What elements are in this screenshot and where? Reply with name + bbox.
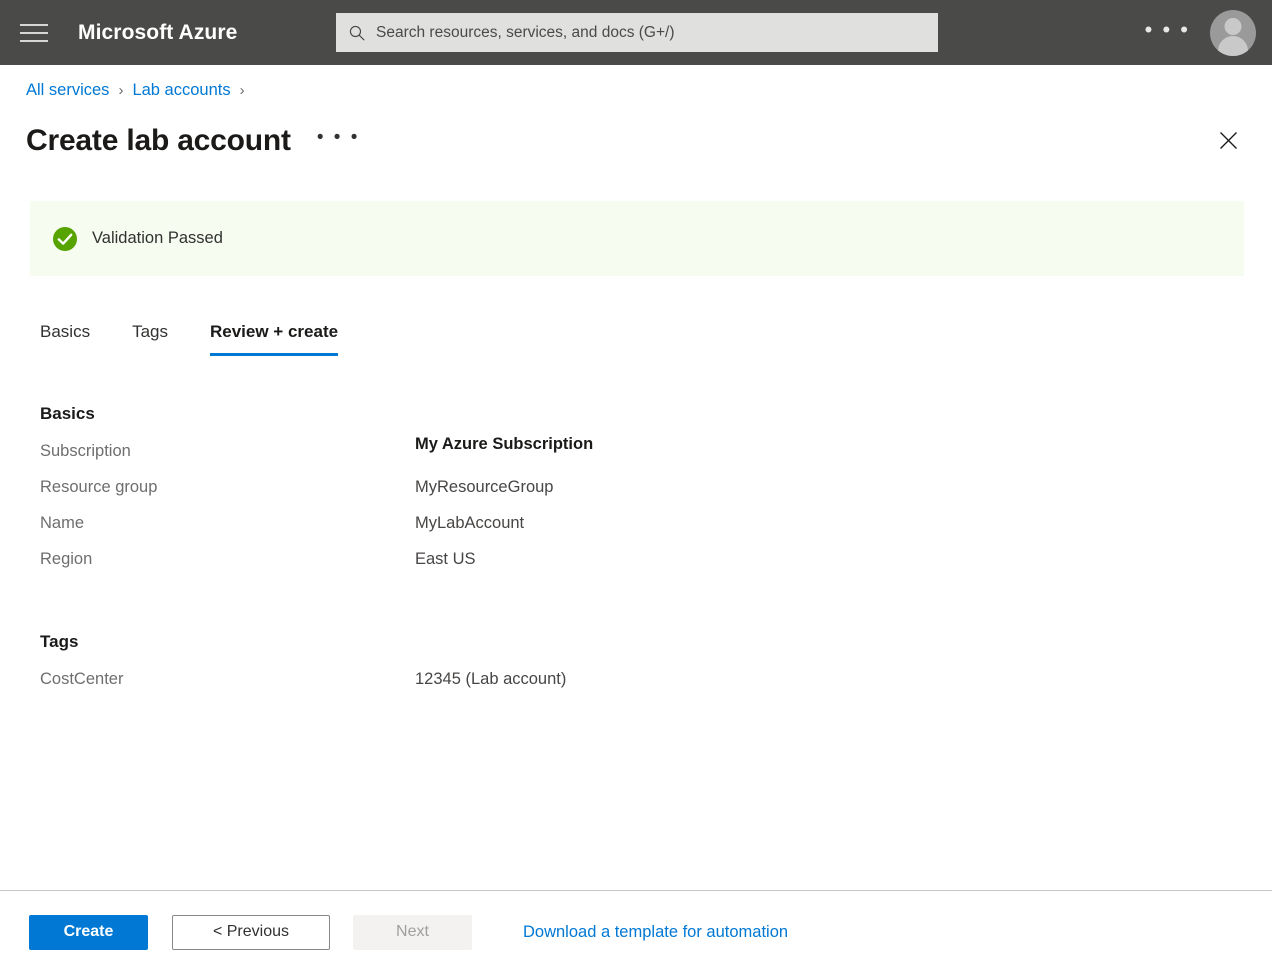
review-value-resource-group: MyResourceGroup bbox=[415, 478, 553, 497]
review-content: Basics Subscription My Azure Subscriptio… bbox=[40, 404, 1232, 706]
search-input[interactable] bbox=[376, 13, 926, 52]
review-label-resource-group: Resource group bbox=[40, 478, 415, 497]
breadcrumb-item-all-services[interactable]: All services bbox=[26, 81, 109, 100]
review-label-subscription: Subscription bbox=[40, 442, 415, 461]
next-button: Next bbox=[353, 915, 472, 950]
chevron-right-icon: › bbox=[118, 82, 123, 99]
page-title: Create lab account bbox=[26, 124, 291, 158]
review-label-costcenter: CostCenter bbox=[40, 670, 415, 689]
top-more-menu-icon[interactable]: • • • bbox=[1131, 13, 1204, 53]
close-icon bbox=[1218, 130, 1239, 151]
chevron-right-icon: › bbox=[240, 82, 245, 99]
review-label-name: Name bbox=[40, 514, 415, 533]
basics-section-heading: Basics bbox=[40, 404, 1232, 424]
avatar-head-shape bbox=[1225, 18, 1242, 35]
breadcrumb-item-lab-accounts[interactable]: Lab accounts bbox=[132, 81, 230, 100]
tab-basics[interactable]: Basics bbox=[40, 322, 90, 356]
review-value-name: MyLabAccount bbox=[415, 514, 524, 533]
download-template-link[interactable]: Download a template for automation bbox=[523, 923, 788, 942]
review-value-costcenter: 12345 (Lab account) bbox=[415, 670, 566, 689]
review-row-resource-group: Resource group MyResourceGroup bbox=[40, 478, 1232, 514]
validation-status-text: Validation Passed bbox=[92, 229, 223, 248]
top-navigation-bar: Microsoft Azure • • • bbox=[0, 0, 1272, 65]
validation-banner: Validation Passed bbox=[30, 201, 1244, 276]
review-value-region: East US bbox=[415, 550, 476, 569]
global-search-bar[interactable] bbox=[336, 13, 938, 52]
review-row-name: Name MyLabAccount bbox=[40, 514, 1232, 550]
tags-section: Tags CostCenter 12345 (Lab account) bbox=[40, 632, 1232, 706]
wizard-footer: Create < Previous Next Download a templa… bbox=[0, 891, 1272, 973]
review-row-costcenter: CostCenter 12345 (Lab account) bbox=[40, 670, 1232, 706]
previous-button[interactable]: < Previous bbox=[172, 915, 330, 950]
page-header: Create lab account • • • bbox=[26, 118, 1246, 164]
search-icon bbox=[348, 24, 366, 42]
wizard-tabs: Basics Tags Review + create bbox=[40, 320, 338, 356]
close-button[interactable] bbox=[1210, 122, 1246, 158]
hamburger-icon[interactable] bbox=[20, 22, 48, 44]
top-bar-actions: • • • bbox=[1131, 0, 1272, 65]
tab-tags[interactable]: Tags bbox=[132, 322, 168, 356]
tab-review-create[interactable]: Review + create bbox=[210, 322, 338, 356]
avatar-body-shape bbox=[1218, 36, 1248, 56]
avatar[interactable] bbox=[1210, 10, 1256, 56]
review-label-region: Region bbox=[40, 550, 415, 569]
success-check-icon bbox=[52, 226, 78, 252]
basics-section: Basics Subscription My Azure Subscriptio… bbox=[40, 404, 1232, 586]
azure-brand-label[interactable]: Microsoft Azure bbox=[78, 21, 237, 45]
page-more-menu-icon[interactable]: • • • bbox=[317, 128, 360, 155]
review-value-subscription: My Azure Subscription bbox=[415, 435, 593, 454]
review-row-subscription: Subscription My Azure Subscription bbox=[40, 442, 1232, 478]
tags-section-heading: Tags bbox=[40, 632, 1232, 652]
breadcrumb: All services › Lab accounts › bbox=[26, 78, 254, 102]
review-row-region: Region East US bbox=[40, 550, 1232, 586]
create-button[interactable]: Create bbox=[29, 915, 148, 950]
